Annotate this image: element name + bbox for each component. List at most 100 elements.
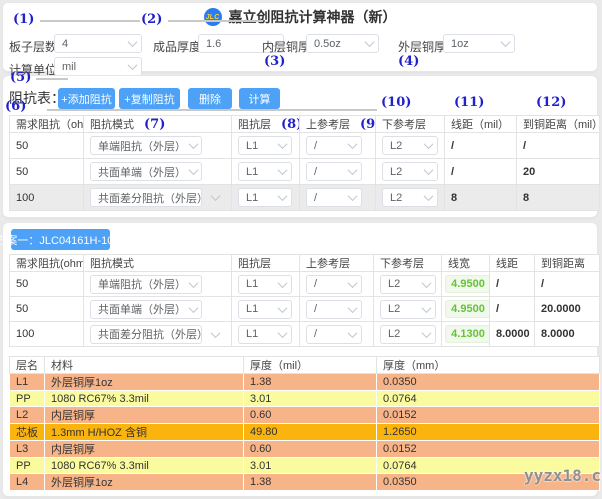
calculate-button[interactable]: 计算 bbox=[239, 88, 280, 109]
col-impedance-mode: 阻抗模式(7) bbox=[84, 116, 232, 133]
lower-ref-select[interactable]: L2 bbox=[380, 300, 436, 319]
chevron-down-icon bbox=[422, 278, 432, 288]
upper-ref-select[interactable]: / bbox=[306, 162, 362, 181]
solution-row-3: 100 共面差分阻抗（外层） L1 / L2 4.1300 8.0000 8.0… bbox=[10, 322, 600, 347]
layer-select[interactable]: L1 bbox=[238, 136, 292, 155]
jlc-logo-icon: JLC bbox=[204, 8, 222, 26]
chevron-down-icon bbox=[424, 165, 434, 175]
mode-select[interactable]: 共面单端（外层） bbox=[90, 162, 202, 181]
calc-unit-value: mil bbox=[62, 61, 76, 73]
col-to-copper: 到铜距离 bbox=[535, 255, 600, 272]
impedance-row-3-selected[interactable]: 100 共面差分阻抗（外层） L1 / L2 8 8 bbox=[10, 185, 600, 211]
col-thickness-mm: 厚度（mm） bbox=[377, 357, 600, 374]
mode-select[interactable]: 共面单端（外层） bbox=[90, 300, 202, 319]
chevron-down-icon bbox=[501, 37, 511, 47]
annotation-4: (4) bbox=[398, 54, 419, 69]
finished-thickness-value: 1.6 bbox=[206, 38, 221, 50]
layer-select[interactable]: L1 bbox=[238, 300, 292, 319]
outer-copper-value: 1oz bbox=[451, 38, 469, 50]
chevron-down-icon bbox=[348, 191, 358, 201]
mode-select[interactable]: 单端阻抗（外层） bbox=[90, 136, 202, 155]
inner-copper-select[interactable]: 0.5oz bbox=[306, 34, 379, 53]
spacing-value: / bbox=[490, 297, 535, 322]
to-copper-value: / bbox=[517, 133, 600, 159]
copy-impedance-button[interactable]: +复制阻抗 bbox=[119, 88, 180, 109]
chevron-down-icon bbox=[348, 328, 358, 338]
upper-ref-select[interactable]: / bbox=[306, 300, 362, 319]
finished-thickness-label: 成品厚度 bbox=[153, 38, 201, 55]
annotation-3: (3) bbox=[264, 54, 285, 69]
chevron-down-icon bbox=[278, 191, 288, 201]
chevron-down-icon bbox=[128, 37, 138, 47]
chevron-down-icon bbox=[365, 37, 375, 47]
impedance-value: 50 bbox=[10, 133, 84, 159]
lower-ref-select[interactable]: L2 bbox=[380, 325, 436, 344]
to-copper-value: 20 bbox=[517, 159, 600, 185]
upper-ref-select[interactable]: / bbox=[306, 275, 362, 294]
mode-select[interactable]: 单端阻抗（外层） bbox=[90, 275, 202, 294]
mode-select[interactable]: 共面差分阻抗（外层） bbox=[90, 325, 202, 344]
lower-ref-select[interactable]: L2 bbox=[382, 188, 438, 207]
impedance-row-1[interactable]: 50 单端阻抗（外层） L1 / L2 / / bbox=[10, 133, 600, 159]
to-copper-value: / bbox=[535, 272, 600, 297]
inner-copper-label: 内层铜厚 bbox=[262, 38, 310, 55]
col-lower-ref: 下参考层 bbox=[374, 255, 442, 272]
annotation-5: (5) bbox=[10, 70, 31, 85]
impedance-value: 50 bbox=[10, 272, 84, 297]
impedance-row-2[interactable]: 50 共面单端（外层） L1 / L2 / 20 bbox=[10, 159, 600, 185]
stackup-table-header: 层名 材料 厚度（mil） 厚度（mm） bbox=[10, 357, 600, 374]
upper-ref-select[interactable]: / bbox=[306, 188, 362, 207]
solution-row-2: 50 共面单端（外层） L1 / L2 4.9500 / 20.0000 bbox=[10, 297, 600, 322]
col-upper-ref: 上参考层 bbox=[300, 255, 374, 272]
upper-ref-select[interactable]: / bbox=[306, 325, 362, 344]
stackup-table: 层名 材料 厚度（mil） 厚度（mm） L1外层铜厚1oz1.380.0350… bbox=[9, 356, 600, 491]
impedance-table: 需求阻抗（ohm） 阻抗模式(7) 阻抗层(8) 上参考层(9) 下参考层 线距… bbox=[9, 115, 600, 211]
trace-width-badge: 4.9500 bbox=[445, 275, 490, 293]
col-to-copper: 到铜距离（mil） bbox=[517, 116, 600, 133]
col-layer-name: 层名 bbox=[10, 357, 45, 374]
solution-panel: 方案一：JLC04161H-1080 需求阻抗(ohm) 阻抗模式 阻抗层 上参… bbox=[2, 222, 598, 497]
solution-row-1: 50 单端阻抗（外层） L1 / L2 4.9500 / / bbox=[10, 272, 600, 297]
outer-copper-label: 外层铜厚 bbox=[398, 38, 446, 55]
layer-select[interactable]: L1 bbox=[238, 325, 292, 344]
layer-select[interactable]: L1 bbox=[238, 188, 292, 207]
lower-ref-select[interactable]: L2 bbox=[382, 136, 438, 155]
lower-ref-select[interactable]: L2 bbox=[382, 162, 438, 181]
chevron-down-icon bbox=[189, 278, 199, 288]
spacing-value: / bbox=[445, 133, 517, 159]
stackup-row-l3: L3内层铜厚0.600.0152 bbox=[10, 441, 600, 458]
delete-button[interactable]: 删除 bbox=[188, 88, 232, 109]
solution-table: 需求阻抗(ohm) 阻抗模式 阻抗层 上参考层 下参考层 线宽 线距 到铜距离 … bbox=[9, 254, 600, 347]
board-layers-label: 板子层数 bbox=[9, 38, 57, 55]
annotation-11: (11) bbox=[454, 95, 484, 110]
annotation-line bbox=[36, 78, 68, 80]
annotation-12: (12) bbox=[536, 95, 566, 110]
impedance-value: 100 bbox=[10, 322, 84, 347]
chevron-down-icon bbox=[424, 139, 434, 149]
mode-select[interactable]: 共面差分阻抗（外层） bbox=[90, 188, 202, 207]
board-layers-select[interactable]: 4 bbox=[54, 34, 142, 53]
trace-width-badge: 4.9500 bbox=[445, 300, 490, 318]
chevron-down-icon bbox=[278, 278, 288, 288]
col-spacing: 线距（mil） bbox=[445, 116, 517, 133]
chevron-down-icon bbox=[422, 303, 432, 313]
layer-select[interactable]: L1 bbox=[238, 162, 292, 181]
add-impedance-button[interactable]: +添加阻抗 bbox=[58, 88, 115, 109]
col-impedance-layer: 阻抗层 bbox=[232, 255, 300, 272]
annotation-1: (1) bbox=[13, 12, 34, 27]
page-title: 嘉立创阻抗计算神器（新） bbox=[229, 7, 397, 27]
col-required-impedance: 需求阻抗（ohm） bbox=[10, 116, 84, 133]
col-lower-ref: 下参考层 bbox=[376, 116, 445, 133]
outer-copper-select[interactable]: 1oz bbox=[443, 34, 515, 53]
lower-ref-select[interactable]: L2 bbox=[380, 275, 436, 294]
calc-unit-select[interactable]: mil bbox=[54, 57, 142, 76]
impedance-value: 50 bbox=[10, 159, 84, 185]
chevron-down-icon bbox=[211, 328, 221, 338]
col-spacing: 线距 bbox=[490, 255, 535, 272]
chevron-down-icon bbox=[348, 139, 358, 149]
layer-select[interactable]: L1 bbox=[238, 275, 292, 294]
app-header: JLC 嘉立创阻抗计算神器（新） bbox=[3, 7, 597, 27]
upper-ref-select[interactable]: / bbox=[306, 136, 362, 155]
solution-tab-button[interactable]: 方案一：JLC04161H-1080 bbox=[11, 229, 110, 250]
annotation-line bbox=[40, 20, 140, 22]
